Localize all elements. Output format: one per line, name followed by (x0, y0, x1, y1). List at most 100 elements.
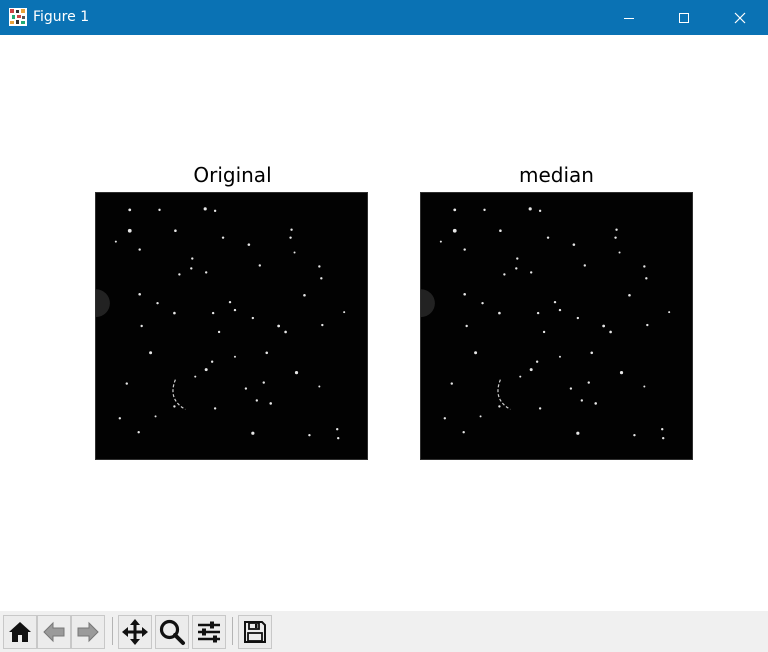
close-button[interactable] (717, 0, 763, 35)
speckle-dot (587, 381, 590, 384)
speckle-dot (128, 208, 132, 212)
speckle-dot (668, 311, 671, 314)
speckle-dot (515, 267, 518, 270)
speckle-dot (645, 277, 648, 280)
speckle-dot (542, 330, 546, 334)
speckle-dot (178, 273, 181, 276)
speckle-dot (498, 311, 501, 315)
save-button[interactable] (238, 615, 272, 649)
speckle-dot (190, 267, 193, 270)
speckle-dot (265, 351, 269, 355)
close-icon (734, 12, 746, 23)
zoom-button[interactable] (155, 615, 189, 649)
speckle-dot (529, 271, 533, 274)
speckle-dot (499, 229, 502, 233)
maximize-button[interactable] (661, 0, 707, 35)
speckle-dot (474, 351, 478, 355)
speckle-dot (174, 229, 177, 233)
speckle-dot (661, 428, 664, 431)
speckle-dot (293, 251, 296, 254)
speckle-dot (516, 257, 519, 260)
speckle-dot (498, 405, 501, 408)
speckle-dot (479, 415, 482, 418)
speckle-dot (614, 236, 617, 239)
speckle-dot (594, 402, 598, 405)
speckle-dot (465, 324, 468, 328)
speckle-dot (244, 387, 248, 390)
speckle-dot (320, 277, 323, 280)
arrow-left-icon (43, 621, 65, 643)
speckle-dot (609, 330, 612, 334)
speckle-dot (443, 417, 447, 420)
speckle-dot (538, 209, 542, 213)
speckle-dot (439, 240, 442, 243)
speckle-dot (318, 265, 321, 268)
figure-canvas[interactable]: Original median (0, 35, 768, 611)
speckle-dot (633, 433, 636, 437)
speckle-dot (158, 208, 161, 212)
speckle-dot (125, 382, 128, 385)
speckle-dot (262, 381, 265, 384)
speckle-dot (194, 375, 197, 378)
speckle-dot (203, 207, 207, 211)
speckle-dot (463, 292, 466, 296)
speckle-dot (546, 236, 550, 239)
speckle-dot (519, 375, 522, 378)
speckle-dot (453, 208, 457, 212)
speckle-dot (247, 243, 251, 246)
configure-subplots-button[interactable] (192, 615, 226, 649)
speckle-dot (251, 431, 255, 435)
subplot-title-median: median (519, 163, 594, 187)
image-background (96, 193, 367, 459)
toolbar-separator (112, 617, 113, 645)
speckle-dot (558, 355, 561, 358)
speckle-dot (210, 360, 214, 363)
arrow-right-icon (77, 621, 99, 643)
speckle-dot (204, 271, 208, 274)
magnifier-icon (159, 619, 185, 645)
speckle-dot (463, 248, 466, 251)
speckle-dot (452, 228, 457, 233)
speckle-dot (643, 265, 646, 268)
speckle-dot (576, 431, 580, 435)
speckle-dot (628, 293, 631, 297)
speckle-dot (646, 323, 649, 327)
speckle-dot (289, 236, 292, 239)
navigation-toolbar (0, 611, 768, 652)
speckle-dot (336, 428, 339, 431)
home-button[interactable] (3, 615, 37, 649)
speckle-dot (503, 273, 506, 276)
speckle-dot (137, 431, 140, 434)
speckle-dot (269, 402, 273, 405)
speckle-dot (127, 228, 132, 233)
speckle-dot (118, 417, 122, 420)
speckle-dot (154, 415, 157, 418)
speckle-dot (221, 236, 225, 239)
pan-button[interactable] (118, 615, 152, 649)
speckle-dot (483, 208, 486, 212)
speckle-dot (204, 368, 208, 372)
speckle-dot (569, 387, 573, 390)
forward-button[interactable] (71, 615, 105, 649)
speckle-dot (481, 301, 484, 305)
app-icon (9, 8, 27, 26)
back-button[interactable] (37, 615, 71, 649)
speckle-dot (251, 316, 255, 320)
speckle-dot (149, 351, 153, 355)
speckle-image-original (96, 193, 367, 459)
minimize-button[interactable] (606, 0, 652, 35)
speckle-dot (572, 243, 576, 246)
sliders-icon (198, 621, 220, 643)
speckle-dot (294, 371, 299, 375)
speckle-dot (536, 311, 540, 315)
window-title: Figure 1 (33, 9, 90, 25)
speckle-dot (277, 324, 281, 328)
speckle-dot (576, 316, 580, 320)
image-median (420, 192, 693, 460)
speckle-dot (321, 323, 324, 327)
speckle-dot (643, 385, 646, 388)
speckle-dot (553, 300, 557, 304)
home-icon (9, 622, 31, 642)
title-bar: Figure 1 (0, 0, 768, 35)
speckle-dot (528, 207, 532, 211)
